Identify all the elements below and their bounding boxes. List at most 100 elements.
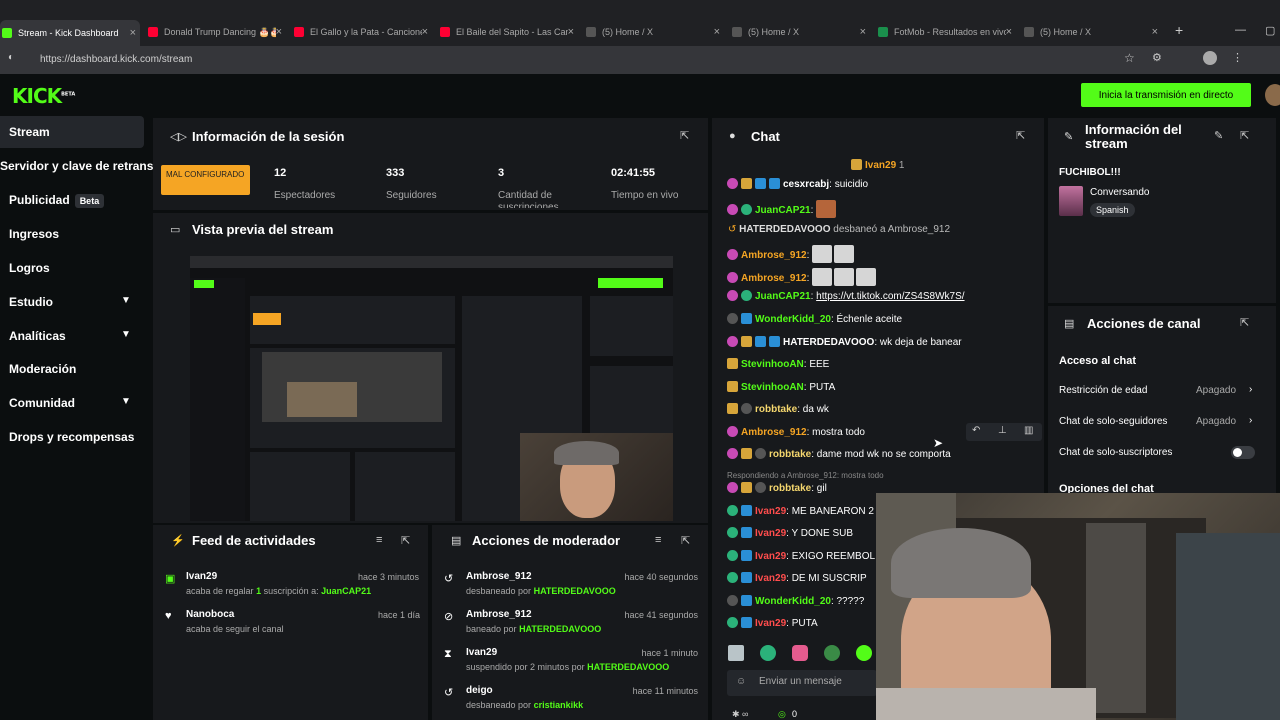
url-text[interactable]: https://dashboard.kick.com/stream (40, 52, 1080, 68)
emote-icon[interactable] (728, 645, 744, 661)
chat-message[interactable]: WonderKidd_20: Échenle aceite (727, 313, 902, 327)
maximize-icon[interactable]: ▢ (1265, 24, 1275, 37)
trash-icon[interactable]: ▥ (1024, 425, 1033, 436)
followers-only-label[interactable]: Chat de solo-seguidores (1059, 416, 1167, 427)
chat-message[interactable]: robbtake: dame mod wk no se comporta (727, 448, 951, 462)
chat-message[interactable]: HATERDEDAVOOO: wk deja de banear (727, 336, 962, 350)
close-tab-icon[interactable]: × (130, 27, 136, 39)
chat-message[interactable]: WonderKidd_20: ????? (727, 595, 864, 609)
chat-username[interactable]: Ivan29 (755, 551, 786, 562)
chat-message[interactable]: robbtake: gil (727, 482, 827, 496)
chat-username[interactable]: JuanCAP21 (755, 291, 811, 302)
feed-user[interactable]: Ivan29 (186, 571, 217, 582)
browser-tab[interactable]: El Gallo y la Pata - Canciones...× (292, 22, 432, 42)
chat-username[interactable]: HATERDEDAVOOO (783, 337, 874, 348)
chat-message[interactable]: Ivan29: Y DONE SUB (727, 527, 853, 541)
chat-message[interactable]: JuanCAP21: (727, 200, 838, 218)
chat-message[interactable]: Ivan29: PUTA (727, 617, 818, 631)
emote-icon[interactable] (856, 645, 872, 661)
sidebar-item-stream[interactable]: Stream (9, 125, 50, 139)
popout-icon[interactable]: ⇱ (401, 534, 410, 547)
chat-message[interactable]: Ambrose_912: (727, 245, 856, 263)
browser-tab[interactable]: FotMob - Resultados en vivo × (876, 22, 1016, 42)
age-restriction-value[interactable]: Apagado (1196, 385, 1236, 396)
mod-action-user[interactable]: deigo (466, 685, 493, 696)
popout-icon[interactable]: ⇱ (1016, 129, 1025, 142)
sidebar-item-drops[interactable]: Drops y recompensas (9, 430, 134, 444)
subs-only-toggle[interactable] (1231, 446, 1255, 459)
browser-tab[interactable]: El Baile del Sapito - Las Can... × (438, 22, 578, 42)
mod-action-user[interactable]: Ambrose_912 (466, 571, 532, 582)
chat-username[interactable]: Ambrose_912 (741, 273, 807, 284)
settings-icon[interactable]: ✱ ∞ (732, 709, 748, 720)
popout-icon[interactable]: ⇱ (680, 129, 689, 142)
emote-icon[interactable] (792, 645, 808, 661)
close-tab-icon[interactable]: × (1006, 26, 1012, 38)
chat-message[interactable]: Ambrose_912: mostra todo (727, 426, 865, 440)
chat-username[interactable]: Ivan29 (755, 573, 786, 584)
minimize-icon[interactable]: — (1235, 24, 1246, 36)
stream-category[interactable]: Conversando (1090, 187, 1149, 198)
menu-dots-icon[interactable]: ⋮ (1232, 51, 1243, 64)
age-restriction-label[interactable]: Restricción de edad (1059, 385, 1147, 396)
popout-icon[interactable]: ⇱ (1240, 129, 1249, 142)
browser-tab[interactable]: Donald Trump Dancing 🎂🎂 × (146, 22, 286, 42)
chat-username[interactable]: WonderKidd_20 (755, 314, 831, 325)
filter-icon[interactable]: ≡ (655, 534, 661, 546)
emote-icon[interactable] (760, 645, 776, 661)
close-tab-icon[interactable]: × (1152, 26, 1158, 38)
extensions-icon[interactable]: ⚙ (1152, 51, 1162, 64)
chat-username[interactable]: StevinhooAN (741, 382, 804, 393)
popout-icon[interactable]: ⇱ (1240, 316, 1249, 329)
followers-only-value[interactable]: Apagado (1196, 416, 1236, 427)
browser-tab[interactable]: (5) Home / X × (730, 22, 870, 42)
chat-message[interactable]: robbtake: da wk (727, 403, 829, 417)
chat-message[interactable]: Ivan29: EXIGO REEMBOL (727, 550, 875, 564)
mod-action-user[interactable]: Ivan29 (466, 647, 497, 658)
edit-icon[interactable]: ✎ (1214, 129, 1223, 142)
sidebar-item-server-key[interactable]: Servidor y clave de retransm (0, 159, 164, 173)
sidebar-item-analytics[interactable]: Analíticas ▼ (9, 329, 139, 343)
chat-message[interactable]: StevinhooAN: EEE (727, 358, 829, 372)
kick-logo[interactable]: KICKBETA (12, 84, 75, 108)
chat-username[interactable]: JuanCAP21 (755, 205, 811, 216)
chat-username[interactable]: Ivan29 (755, 528, 786, 539)
close-tab-icon[interactable]: × (860, 26, 866, 38)
go-live-button[interactable]: Inicia la transmisión en directo (1081, 83, 1251, 107)
chat-username[interactable]: Ambrose_912 (741, 427, 807, 438)
chevron-right-icon[interactable]: › (1249, 415, 1252, 426)
pinned-gifter[interactable]: Ivan29 1 (851, 159, 904, 171)
chat-username[interactable]: Ivan29 (755, 618, 786, 629)
chat-message[interactable]: JuanCAP21: https://vt.tiktok.com/ZS4S8Wk… (727, 290, 965, 304)
user-avatar[interactable] (1265, 84, 1280, 106)
new-tab-button[interactable]: + (1175, 22, 1183, 38)
feed-user[interactable]: Nanoboca (186, 609, 234, 620)
bookmark-star-icon[interactable]: ☆ (1124, 51, 1135, 65)
chat-username[interactable]: robbtake (755, 404, 797, 415)
chevron-right-icon[interactable]: › (1249, 384, 1252, 395)
chat-username[interactable]: robbtake (769, 449, 811, 460)
close-tab-icon[interactable]: × (714, 26, 720, 38)
chat-username[interactable]: Ambrose_912 (741, 250, 807, 261)
chat-message-text[interactable]: https://vt.tiktok.com/ZS4S8Wk7S/ (816, 291, 964, 302)
popout-icon[interactable]: ⇱ (681, 534, 690, 547)
emote-icon[interactable] (824, 645, 840, 661)
chat-username[interactable]: robbtake (769, 483, 811, 494)
sidebar-item-studio[interactable]: Estudio ▼ (9, 295, 139, 309)
close-tab-icon[interactable]: × (422, 26, 428, 38)
chat-username[interactable]: StevinhooAN (741, 359, 804, 370)
filter-icon[interactable]: ≡ (376, 534, 382, 546)
profile-icon[interactable] (1203, 51, 1217, 65)
browser-tab[interactable]: (5) Home / X × (1022, 22, 1162, 42)
sidebar-item-ads[interactable]: Publicidad Beta (9, 193, 105, 208)
site-info-icon[interactable]: ◐ (8, 52, 14, 63)
browser-tab[interactable]: (5) Home / X × (584, 22, 724, 42)
chat-message[interactable]: Ivan29: DE MI SUSCRIP (727, 572, 867, 586)
chat-username[interactable]: Ivan29 (755, 506, 786, 517)
reply-icon[interactable]: ↶ (972, 425, 980, 436)
chat-message[interactable]: Ambrose_912: (727, 268, 878, 286)
sidebar-item-achievements[interactable]: Logros (9, 261, 50, 275)
sidebar-item-moderation[interactable]: Moderación (9, 362, 76, 376)
smiley-icon[interactable]: ☺ (736, 676, 746, 687)
pin-icon[interactable]: ⊥ (998, 425, 1007, 436)
